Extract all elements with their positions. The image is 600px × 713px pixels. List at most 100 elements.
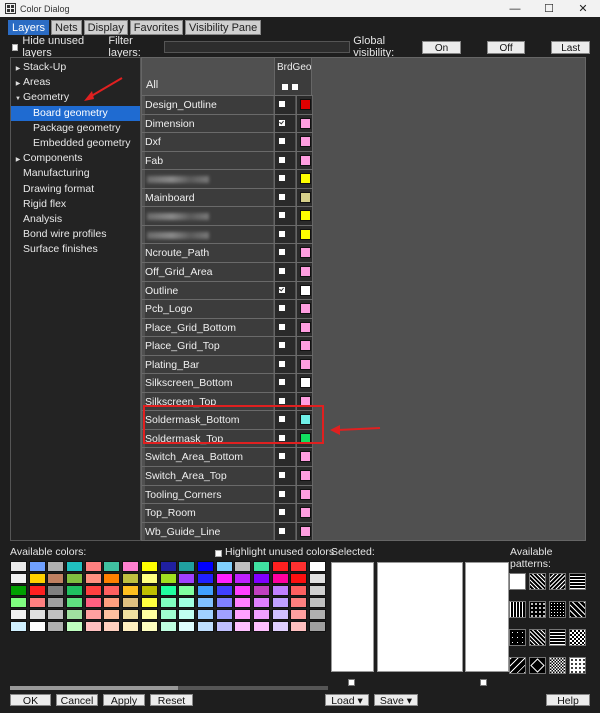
selected-color-box-1[interactable] [331, 562, 374, 672]
minimize-button[interactable]: — [498, 0, 532, 17]
apply-button[interactable]: Apply [103, 694, 145, 707]
palette-color-swatch[interactable] [103, 585, 121, 596]
palette-color-swatch[interactable] [309, 573, 326, 584]
tree-item[interactable]: Drawing format [11, 182, 140, 197]
palette-color-swatch[interactable] [252, 561, 270, 572]
pattern-diamond[interactable] [529, 657, 546, 674]
palette-color-swatch[interactable] [196, 597, 214, 608]
layer-visibility-checkbox[interactable] [279, 138, 285, 145]
pattern-fine-dots[interactable] [549, 601, 566, 618]
layer-color-swatch[interactable] [300, 247, 311, 259]
palette-color-swatch[interactable] [215, 561, 233, 572]
layer-visibility-checkbox[interactable] [279, 472, 285, 478]
tab-visibility-pane[interactable]: Visibility Pane [184, 20, 262, 35]
layer-color-swatch[interactable] [300, 470, 311, 481]
layer-visibility-checkbox[interactable] [279, 212, 285, 219]
tab-layers[interactable]: Layers [8, 20, 50, 35]
all-visibility-checkbox[interactable] [282, 84, 288, 90]
cancel-button[interactable]: Cancel [56, 694, 98, 707]
layer-visibility-checkbox[interactable] [279, 453, 285, 460]
close-button[interactable]: ✕ [566, 0, 600, 17]
pattern-holes[interactable] [569, 657, 586, 674]
palette-color-swatch[interactable] [271, 609, 289, 620]
tab-favorites[interactable]: Favorites [129, 20, 183, 35]
visibility-last-button[interactable]: Last [551, 40, 590, 54]
palette-color-swatch[interactable] [140, 561, 158, 572]
palette-color-swatch[interactable] [28, 561, 46, 572]
layer-visibility-checkbox[interactable] [279, 286, 285, 293]
tree-item[interactable]: Analysis [11, 212, 140, 227]
palette-color-swatch[interactable] [178, 621, 196, 632]
palette-color-swatch[interactable] [196, 561, 214, 572]
palette-color-swatch[interactable] [47, 561, 65, 572]
palette-color-swatch[interactable] [47, 609, 65, 620]
layer-visibility-checkbox[interactable] [279, 230, 285, 237]
palette-color-swatch[interactable] [271, 621, 289, 632]
palette-color-swatch[interactable] [84, 609, 102, 620]
palette-color-swatch[interactable] [290, 585, 308, 596]
palette-color-swatch[interactable] [290, 597, 308, 608]
layer-color-swatch[interactable] [300, 451, 311, 463]
palette-color-swatch[interactable] [28, 573, 46, 584]
palette-scrollbar[interactable] [10, 686, 328, 690]
pattern-hatch[interactable] [569, 601, 586, 618]
ok-button[interactable]: OK [10, 694, 51, 707]
palette-color-swatch[interactable] [47, 621, 65, 632]
palette-color-swatch[interactable] [271, 597, 289, 608]
palette-color-swatch[interactable] [103, 621, 121, 632]
palette-color-swatch[interactable] [84, 585, 102, 596]
pattern-solid[interactable] [509, 573, 526, 590]
reset-button[interactable]: Reset [150, 694, 193, 707]
palette-color-swatch[interactable] [159, 573, 177, 584]
palette-color-swatch[interactable] [196, 573, 214, 584]
palette-color-swatch[interactable] [271, 573, 289, 584]
palette-color-swatch[interactable] [84, 597, 102, 608]
layer-visibility-checkbox[interactable] [279, 267, 285, 274]
palette-color-swatch[interactable] [309, 561, 326, 572]
palette-color-swatch[interactable] [66, 585, 84, 596]
layer-color-swatch[interactable] [300, 117, 311, 129]
load-button[interactable]: Load ▾ [325, 694, 369, 707]
layer-color-swatch[interactable] [300, 210, 311, 222]
pattern-sparse-dots[interactable] [509, 629, 526, 646]
layer-color-swatch[interactable] [300, 303, 311, 315]
highlight-unused-checkbox[interactable] [215, 550, 222, 557]
hide-unused-checkbox[interactable] [12, 43, 19, 51]
palette-color-swatch[interactable] [252, 597, 270, 608]
palette-color-swatch[interactable] [290, 573, 308, 584]
palette-color-swatch[interactable] [309, 585, 326, 596]
palette-color-swatch[interactable] [140, 585, 158, 596]
filter-layers-input[interactable] [163, 41, 351, 53]
palette-color-swatch[interactable] [103, 597, 121, 608]
palette-color-swatch[interactable] [28, 609, 46, 620]
palette-color-swatch[interactable] [159, 585, 177, 596]
pattern-checker[interactable] [569, 629, 586, 646]
selected-color-box-2[interactable] [377, 562, 463, 672]
tree-item[interactable]: Package geometry [11, 121, 140, 136]
palette-color-swatch[interactable] [215, 597, 233, 608]
palette-color-swatch[interactable] [122, 573, 140, 584]
palette-color-swatch[interactable] [103, 573, 121, 584]
layer-color-swatch[interactable] [300, 136, 311, 148]
palette-color-swatch[interactable] [10, 585, 27, 596]
layer-color-swatch[interactable] [300, 488, 311, 500]
palette-color-swatch[interactable] [178, 573, 196, 584]
layer-color-swatch[interactable] [300, 191, 311, 203]
palette-color-swatch[interactable] [159, 561, 177, 572]
palette-color-swatch[interactable] [234, 609, 252, 620]
palette-color-swatch[interactable] [252, 585, 270, 596]
save-button[interactable]: Save ▾ [374, 694, 418, 707]
layer-visibility-checkbox[interactable] [279, 156, 285, 163]
palette-color-swatch[interactable] [84, 621, 102, 632]
all-color-checkbox[interactable] [292, 84, 298, 90]
layer-color-swatch[interactable] [300, 321, 311, 333]
palette-color-swatch[interactable] [159, 621, 177, 632]
palette-color-swatch[interactable] [178, 561, 196, 572]
palette-color-swatch[interactable] [10, 609, 27, 620]
palette-color-swatch[interactable] [309, 597, 326, 608]
palette-color-swatch[interactable] [103, 609, 121, 620]
palette-color-swatch[interactable] [234, 561, 252, 572]
layer-visibility-checkbox[interactable] [279, 379, 285, 386]
layer-visibility-checkbox[interactable] [279, 509, 285, 516]
palette-color-swatch[interactable] [290, 561, 308, 572]
